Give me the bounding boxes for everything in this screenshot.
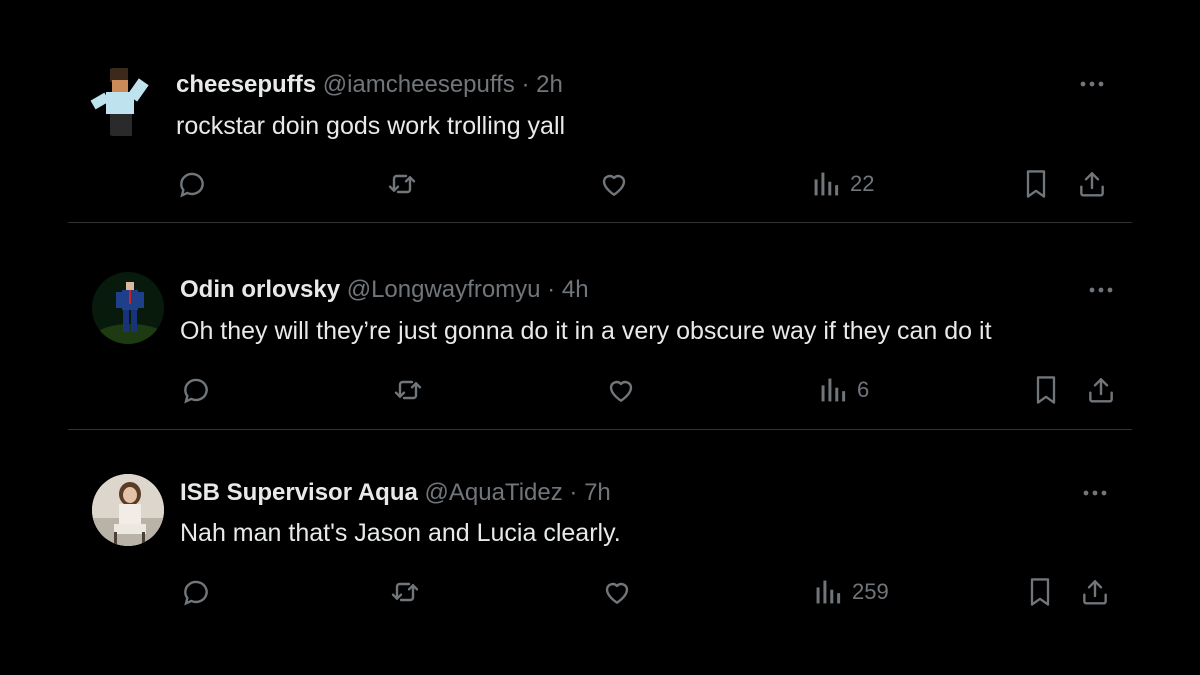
share-button[interactable] bbox=[1079, 576, 1111, 608]
bookmark-icon bbox=[1026, 170, 1046, 198]
like-icon bbox=[602, 174, 626, 196]
reply-icon bbox=[180, 172, 204, 198]
display-name[interactable]: Odin orlovsky bbox=[180, 276, 340, 303]
like-button[interactable] bbox=[601, 576, 633, 608]
post-divider bbox=[68, 429, 1132, 430]
repost-icon bbox=[391, 582, 419, 602]
views-icon bbox=[814, 172, 839, 196]
timestamp[interactable]: 2h bbox=[536, 71, 563, 98]
like-icon bbox=[609, 380, 633, 402]
display-name[interactable]: cheesepuffs bbox=[176, 71, 316, 98]
timestamp[interactable]: 4h bbox=[562, 276, 589, 303]
bookmark-button[interactable] bbox=[1022, 168, 1050, 200]
post-header: ISB Supervisor Aqua @AquaTidez · 7h bbox=[180, 478, 611, 508]
post-header: Odin orlovsky @Longwayfromyu · 4h bbox=[180, 275, 589, 305]
reply-icon bbox=[184, 378, 208, 404]
more-icon[interactable] bbox=[1075, 481, 1115, 505]
timestamp[interactable]: 7h bbox=[584, 479, 611, 506]
user-handle[interactable]: @iamcheesepuffs bbox=[323, 71, 515, 98]
views-button[interactable]: 22 bbox=[812, 168, 874, 200]
share-icon bbox=[1089, 378, 1113, 403]
user-handle[interactable]: @Longwayfromyu bbox=[347, 276, 541, 303]
reply-button[interactable] bbox=[176, 168, 208, 200]
user-handle[interactable]: @AquaTidez bbox=[425, 479, 563, 506]
post-header: cheesepuffs @iamcheesepuffs · 2h bbox=[176, 70, 563, 100]
reply-button[interactable] bbox=[180, 374, 212, 406]
repost-button[interactable] bbox=[392, 374, 424, 406]
repost-button[interactable] bbox=[389, 576, 421, 608]
post-divider bbox=[68, 222, 1132, 223]
bookmark-button[interactable] bbox=[1026, 576, 1054, 608]
avatar[interactable] bbox=[92, 272, 164, 344]
share-button[interactable] bbox=[1085, 374, 1117, 406]
like-button[interactable] bbox=[605, 374, 637, 406]
post-text: Oh they will they’re just gonna do it in… bbox=[180, 317, 992, 345]
bookmark-icon bbox=[1036, 376, 1056, 404]
repost-icon bbox=[394, 380, 422, 400]
share-button[interactable] bbox=[1076, 168, 1108, 200]
share-icon bbox=[1083, 580, 1107, 605]
like-button[interactable] bbox=[598, 168, 630, 200]
avatar[interactable] bbox=[92, 474, 164, 546]
reply-button[interactable] bbox=[180, 576, 212, 608]
post-text: Nah man that's Jason and Lucia clearly. bbox=[180, 519, 621, 547]
views-icon bbox=[821, 378, 846, 402]
views-icon bbox=[816, 580, 841, 604]
views-count: 259 bbox=[852, 579, 889, 604]
separator: · bbox=[547, 276, 556, 303]
share-icon bbox=[1080, 172, 1104, 197]
like-icon bbox=[605, 582, 629, 604]
bookmark-button[interactable] bbox=[1032, 374, 1060, 406]
views-count: 6 bbox=[857, 377, 870, 402]
reply-icon bbox=[184, 580, 208, 606]
avatar[interactable] bbox=[88, 66, 160, 138]
more-icon[interactable] bbox=[1072, 72, 1112, 96]
repost-button[interactable] bbox=[386, 168, 418, 200]
more-icon[interactable] bbox=[1081, 278, 1121, 302]
separator: · bbox=[521, 71, 530, 98]
views-button[interactable]: 6 bbox=[819, 374, 869, 406]
separator: · bbox=[569, 479, 578, 506]
post-text: rockstar doin gods work trolling yall bbox=[176, 112, 566, 140]
display-name[interactable]: ISB Supervisor Aqua bbox=[180, 479, 418, 506]
bookmark-icon bbox=[1030, 578, 1050, 606]
views-button[interactable]: 259 bbox=[814, 576, 889, 608]
repost-icon bbox=[388, 174, 416, 194]
views-count: 22 bbox=[850, 171, 875, 196]
